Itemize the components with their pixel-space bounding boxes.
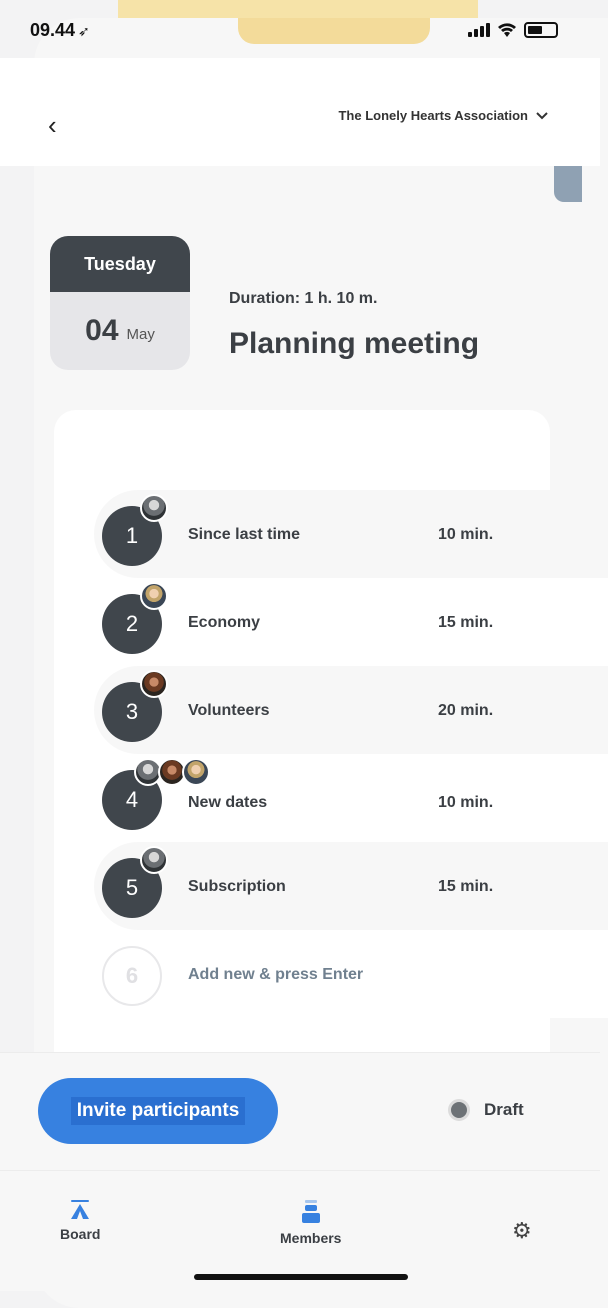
new-item-number: 6 — [102, 946, 162, 1006]
back-button[interactable]: ‹ — [48, 110, 57, 141]
avatar — [140, 494, 168, 522]
month-label: May — [126, 325, 155, 343]
new-agenda-item[interactable]: 6 Add new & press Enter — [94, 930, 608, 1018]
chevron-down-icon — [536, 111, 548, 119]
item-title: New dates — [188, 794, 268, 811]
item-title: Economy — [188, 614, 261, 631]
tab-members[interactable]: Members — [280, 1200, 341, 1246]
avatar — [182, 758, 210, 786]
item-duration: 10 min. — [438, 526, 494, 543]
tab-board-label: Board — [60, 1226, 101, 1242]
time-text: 09.44 — [30, 20, 76, 40]
meeting-duration: Duration: 1 h. 10 m. — [229, 290, 378, 307]
settings-gear-icon[interactable]: ⚙ — [512, 1218, 532, 1244]
agenda-item[interactable]: 5 Subscription 15 min. — [94, 842, 608, 930]
wifi-icon — [498, 23, 516, 37]
item-duration: 10 min. — [438, 794, 494, 811]
date-number: 04 — [85, 314, 119, 347]
avatar — [140, 670, 168, 698]
invite-label: Invite participants — [70, 1097, 246, 1125]
tab-members-label: Members — [280, 1230, 342, 1246]
agenda-item[interactable]: 3 Volunteers 20 min. — [94, 666, 608, 754]
agenda-item[interactable]: 2 Economy 15 min. — [94, 578, 608, 666]
status-icons — [468, 22, 558, 38]
item-duration: 15 min. — [438, 878, 494, 895]
meeting-title: Planning meeting — [229, 327, 480, 360]
organization-name: The Lonely Hearts Association — [338, 108, 528, 123]
side-edit-tab[interactable] — [554, 166, 582, 202]
top-accent — [118, 0, 478, 18]
agenda-item[interactable]: 4 New dates 10 min. — [94, 754, 608, 842]
home-indicator — [194, 1274, 408, 1280]
agenda-card: 1 Since last time 10 min. 2 Economy 15 m… — [54, 410, 608, 1090]
item-duration: 15 min. — [438, 614, 494, 631]
date-block: 04 May — [50, 292, 190, 370]
agenda-item[interactable]: 1 Since last time 10 min. — [94, 490, 608, 578]
members-icon — [301, 1200, 320, 1223]
avatar — [140, 582, 168, 610]
day-label: Tuesday — [50, 236, 190, 292]
avatar — [140, 846, 168, 874]
battery-icon — [524, 22, 558, 38]
location-arrow-icon: ➶ — [78, 23, 90, 39]
item-title: Volunteers — [188, 702, 270, 719]
draft-status-toggle[interactable]: Draft — [448, 1099, 524, 1121]
tent-icon — [71, 1200, 90, 1219]
organization-selector[interactable]: The Lonely Hearts Association — [338, 108, 548, 123]
notch — [238, 18, 430, 44]
signal-icon — [468, 23, 490, 37]
date-card: Tuesday 04 May — [50, 236, 190, 370]
item-title: Since last time — [188, 526, 301, 543]
item-duration: 20 min. — [438, 702, 494, 719]
item-title: Subscription — [188, 878, 286, 895]
tab-board[interactable]: Board — [60, 1200, 100, 1242]
new-item-input[interactable]: Add new & press Enter — [188, 966, 363, 984]
draft-radio-icon — [448, 1099, 470, 1121]
draft-label: Draft — [484, 1100, 524, 1119]
invite-participants-button[interactable]: Invite participants — [38, 1078, 278, 1144]
status-time: 09.44 ➶ — [30, 20, 90, 41]
